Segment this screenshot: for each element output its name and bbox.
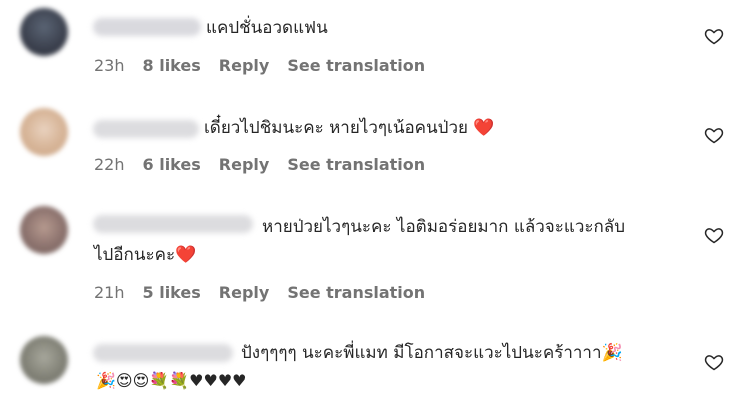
likes-count[interactable]: 5 likes: [143, 283, 201, 302]
username-blurred[interactable]: [93, 18, 201, 36]
heart-outline-icon[interactable]: [704, 352, 724, 372]
heart-outline-icon[interactable]: [704, 26, 724, 46]
reply-button[interactable]: Reply: [219, 155, 270, 174]
timestamp: 21h: [94, 283, 125, 302]
heart-outline-icon[interactable]: [704, 125, 724, 145]
timestamp: 22h: [94, 155, 125, 174]
comment-text-line: 🎉😍😍💐💐♥♥♥♥: [96, 371, 247, 390]
see-translation-button[interactable]: See translation: [287, 56, 425, 75]
comment-meta: 22h 6 likes Reply See translation: [94, 155, 443, 174]
comment-text-line: ปังๆๆๆๆ นะคะพี่แมท มีโอกาสจะแวะไปนะคร้าา…: [241, 343, 623, 363]
comment-text: หายป่วยไวๆนะคะ ไอติมอร่อยมาก แล้วจะแวะกล…: [262, 213, 625, 241]
avatar[interactable]: [20, 206, 68, 254]
comment-text-line: เดี๋ยวไปชิมนะคะ หายไวๆเน้อคนป่วย ❤️: [204, 118, 495, 138]
comment-meta: 23h 8 likes Reply See translation: [94, 56, 443, 75]
comment-text-continued: ไปอีกนะคะ❤️: [94, 241, 196, 269]
avatar[interactable]: [20, 108, 68, 156]
comment-text: เดี๋ยวไปชิมนะคะ หายไวๆเน้อคนป่วย ❤️: [204, 114, 495, 142]
comment-text-line: แคปชั่นอวดแฟน: [206, 18, 328, 38]
comment-text-line: หายป่วยไวๆนะคะ ไอติมอร่อยมาก แล้วจะแวะกล…: [262, 217, 626, 237]
comment-text: แคปชั่นอวดแฟน: [206, 14, 328, 42]
avatar[interactable]: [20, 336, 68, 384]
username-blurred[interactable]: [93, 215, 253, 233]
reply-button[interactable]: Reply: [219, 283, 270, 302]
reply-button[interactable]: Reply: [219, 56, 270, 75]
timestamp: 23h: [94, 56, 125, 75]
username-blurred[interactable]: [93, 344, 233, 362]
see-translation-button[interactable]: See translation: [287, 155, 425, 174]
comment-meta: 21h 5 likes Reply See translation: [94, 283, 443, 302]
username-blurred[interactable]: [93, 120, 199, 138]
avatar[interactable]: [20, 8, 68, 56]
see-translation-button[interactable]: See translation: [287, 283, 425, 302]
comment-text: ปังๆๆๆๆ นะคะพี่แมท มีโอกาสจะแวะไปนะคร้าา…: [241, 339, 623, 367]
likes-count[interactable]: 8 likes: [143, 56, 201, 75]
heart-outline-icon[interactable]: [704, 225, 724, 245]
comment-text-line: ไปอีกนะคะ❤️: [94, 245, 197, 265]
comment-emoji-line: 🎉😍😍💐💐♥♥♥♥: [96, 370, 247, 392]
likes-count[interactable]: 6 likes: [143, 155, 201, 174]
